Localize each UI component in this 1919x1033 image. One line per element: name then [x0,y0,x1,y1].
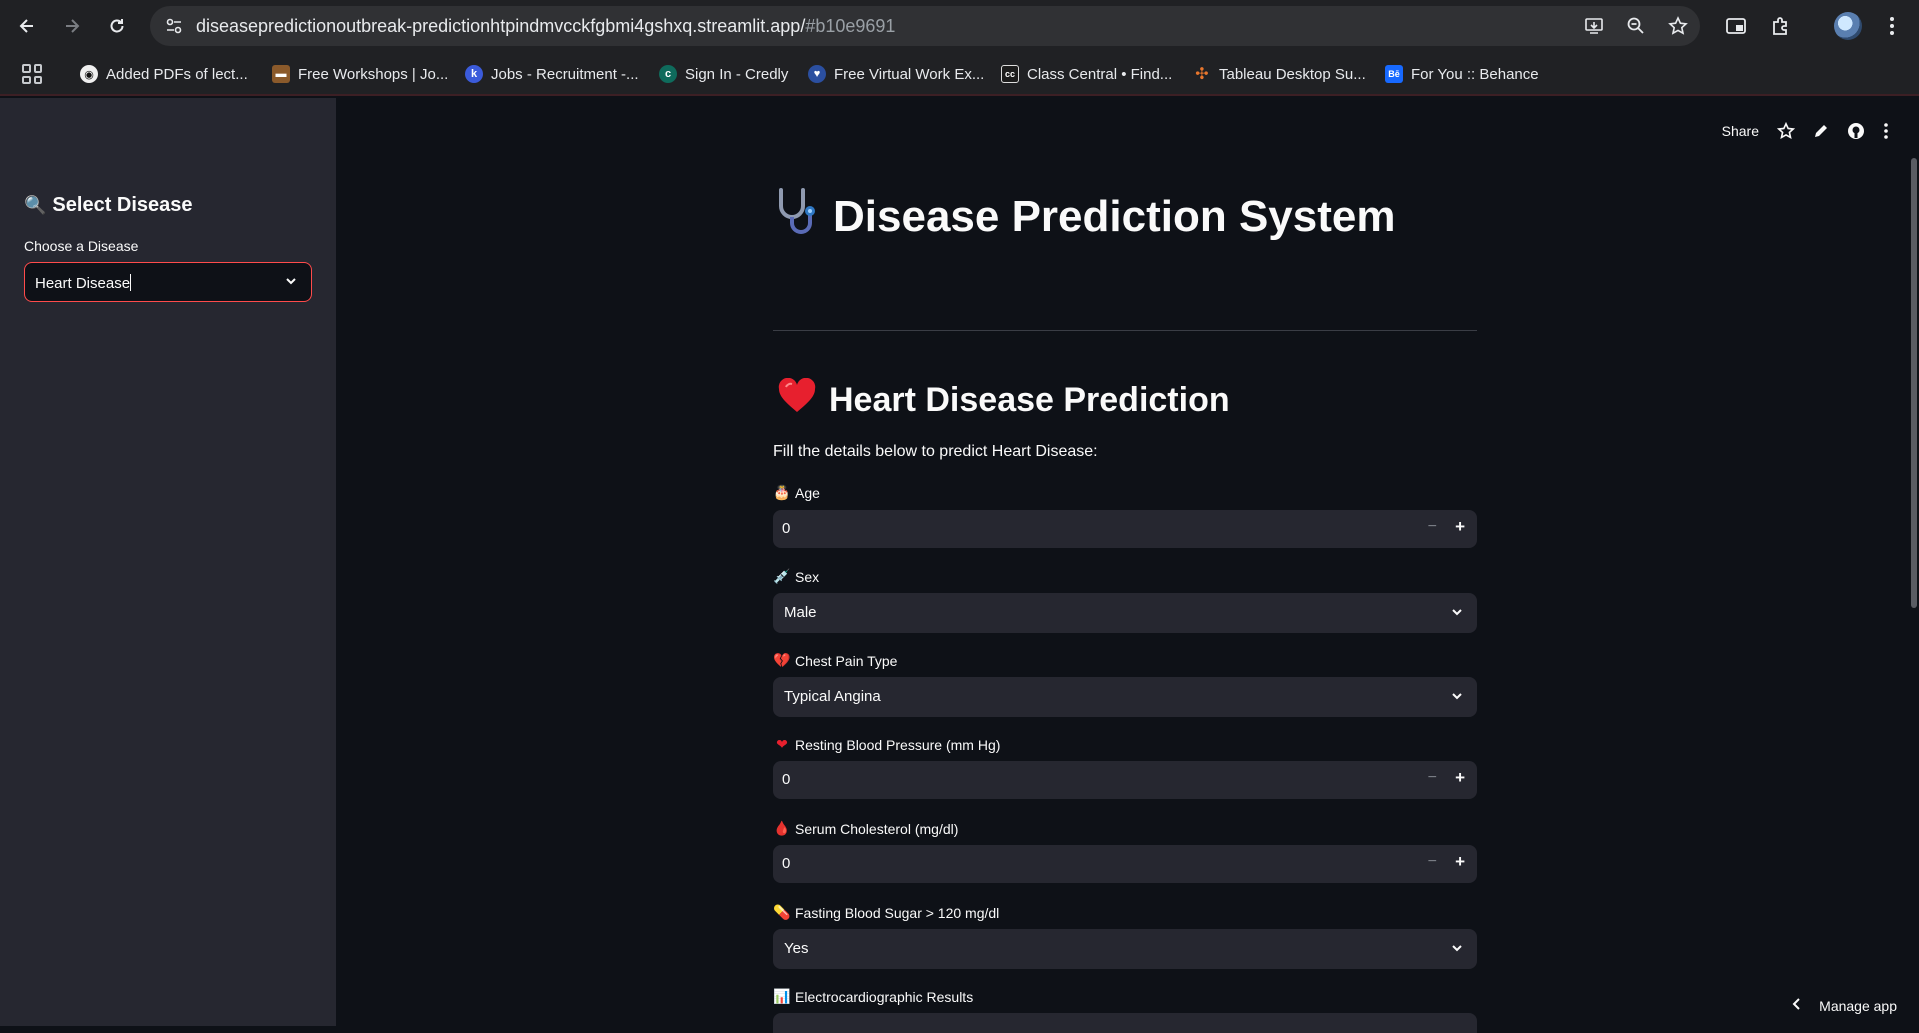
chevron-down-icon [1449,940,1465,961]
classcentral-icon: cc [1001,65,1019,83]
disease-select[interactable]: Heart Disease [24,262,312,302]
github-icon[interactable] [1847,122,1865,140]
fbs-label: 💊 Fasting Blood Sugar > 120 mg/dl [773,904,1000,921]
magnifier-icon: 🔍 [24,195,47,215]
bookmark-item[interactable]: k Jobs - Recruitment -... [465,62,639,86]
blood-drop-icon: 🩸 [773,820,791,836]
section-description: Fill the details below to predict Heart … [773,443,1098,460]
age-value: 0 [782,520,791,537]
bookmark-item[interactable]: c Sign In - Credly [659,62,788,86]
sidebar-title: 🔍 Select Disease [24,194,193,216]
decrement-button[interactable]: − [1428,853,1437,871]
page-title: Disease Prediction System [773,186,1395,247]
section-title: Heart Disease Prediction [777,377,1230,423]
increment-button[interactable]: + [1455,768,1465,788]
bp-value: 0 [782,771,791,788]
browser-menu-icon[interactable] [1878,12,1906,40]
cholesterol-input[interactable]: 0 − + [773,845,1477,883]
decrement-button[interactable]: − [1428,518,1437,536]
bp-label: ❤ Resting Blood Pressure (mm Hg) [773,736,1000,753]
cholesterol-label: 🩸 Serum Cholesterol (mg/dl) [773,820,959,837]
chest-pain-label: 💔 Chest Pain Type [773,652,898,669]
chevron-down-icon [1449,604,1465,625]
install-app-icon[interactable] [1582,14,1606,38]
reload-icon[interactable] [103,12,131,40]
tableau-icon: ✣ [1195,66,1209,83]
increment-button[interactable]: + [1455,852,1465,872]
ecg-label: 📊 Electrocardiographic Results [773,988,974,1005]
chevron-down-icon [283,273,299,294]
text-caret [130,274,132,291]
cholesterol-value: 0 [782,855,791,872]
bookmark-star-icon[interactable] [1666,14,1690,38]
jobs-icon: k [465,65,483,83]
bookmarks-bar: ◉ Added PDFs of lect... ▬ Free Workshops |… [0,52,1919,96]
app-toolbar: Share [1722,122,1889,140]
age-label: 🎂 Age [773,484,820,501]
bookmark-item[interactable]: cc Class Central • Find... [1001,62,1172,86]
stethoscope-icon [773,186,821,247]
heart-icon: ❤ [776,736,788,752]
increment-button[interactable]: + [1455,517,1465,537]
github-icon: ◉ [80,65,98,83]
chest-pain-select[interactable]: Typical Angina [773,677,1477,717]
bookmark-item[interactable]: ✣ Tableau Desktop Su... [1193,62,1365,86]
address-bar[interactable]: diseasepredictionoutbreak-predictionhtpi… [150,6,1700,46]
profile-avatar[interactable] [1834,12,1862,40]
chest-pain-value: Typical Angina [784,688,881,705]
sex-select[interactable]: Male [773,593,1477,633]
bookmark-item[interactable]: ◉ Added PDFs of lect... [80,62,248,86]
zoom-icon[interactable] [1624,14,1648,38]
age-input[interactable]: 0 − + [773,510,1477,548]
browser-toolbar: diseasepredictionoutbreak-predictionhtpi… [0,0,1919,52]
back-arrow-icon[interactable] [13,12,41,40]
sex-label: 💉 Sex [773,568,820,585]
decrement-button[interactable]: − [1428,769,1437,787]
disease-select-label: Choose a Disease [24,238,139,254]
star-icon[interactable] [1777,122,1795,140]
chevron-left-icon [1791,997,1801,1014]
apps-grid-icon[interactable] [22,64,42,84]
main-area: Share Disease Prediction System Heart Di… [336,98,1919,1033]
forward-arrow-icon[interactable] [58,12,86,40]
app-menu-icon[interactable] [1883,122,1889,140]
share-button[interactable]: Share [1722,123,1759,139]
sidebar: 🔍 Select Disease Choose a Disease Heart … [0,98,336,1026]
bp-input[interactable]: 0 − + [773,761,1477,799]
ecg-select[interactable] [773,1013,1477,1033]
credly-icon: c [659,65,677,83]
scrollbar[interactable] [1911,158,1917,608]
fbs-select[interactable]: Yes [773,929,1477,969]
bookmark-item[interactable]: Bē For You :: Behance [1385,62,1539,86]
briefcase-icon: ▬ [272,65,290,83]
divider [773,330,1477,331]
behance-icon: Bē [1385,65,1403,83]
syringe-icon: 💉 [773,568,791,584]
disease-select-value: Heart Disease [35,275,131,292]
pill-icon: 💊 [773,904,791,920]
extensions-icon[interactable] [1767,12,1795,40]
bookmark-item[interactable]: ♥ Free Virtual Work Ex... [808,62,984,86]
broken-heart-icon: 💔 [773,652,791,668]
bookmark-item[interactable]: ▬ Free Workshops | Jo... [272,62,448,86]
edit-pencil-icon[interactable] [1813,123,1829,139]
url-text: diseasepredictionoutbreak-predictionhtpi… [196,16,896,36]
cake-icon: 🎂 [773,484,791,500]
chevron-down-icon [1449,688,1465,709]
fbs-value: Yes [784,940,809,957]
side-panel-icon[interactable] [1722,12,1750,40]
bar-chart-icon: 📊 [773,988,791,1004]
manage-app-button[interactable]: Manage app [1791,997,1897,1014]
sex-value: Male [784,604,817,621]
manage-app-label: Manage app [1819,997,1897,1014]
site-info-icon[interactable] [162,14,186,38]
forage-icon: ♥ [808,65,826,83]
heart-icon [777,377,817,423]
